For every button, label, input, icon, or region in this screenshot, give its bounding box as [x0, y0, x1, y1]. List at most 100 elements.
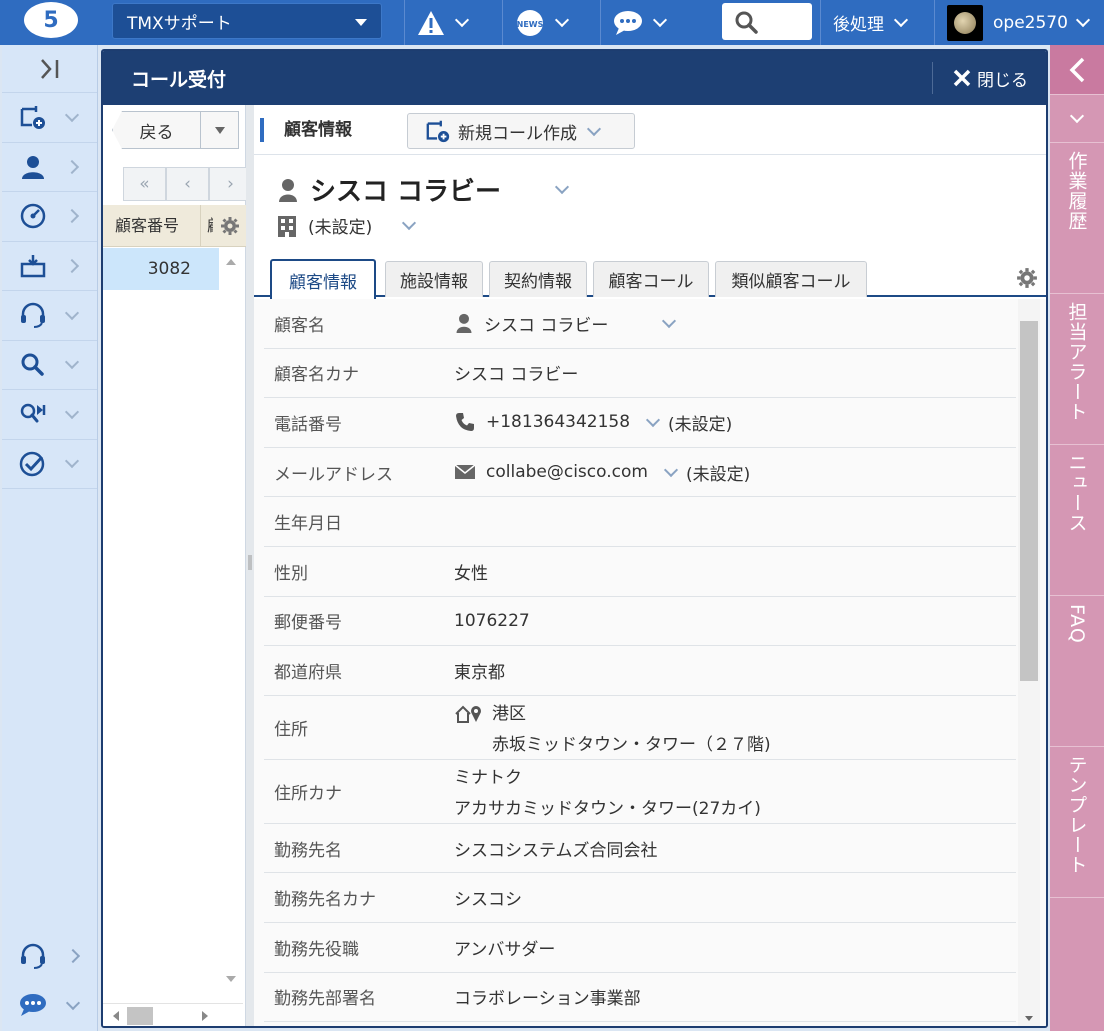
sidebar-tab-news[interactable]: ニュース [1050, 445, 1104, 596]
field-label: 顧客名カナ [274, 365, 359, 386]
customer-list-pane: 戻る « ‹ › 顧客番号 顧 3082 [103, 105, 252, 1026]
list-vertical-scrollbar[interactable] [219, 248, 243, 993]
tab-similar-customer-calls[interactable]: 類似顧客コール [715, 261, 867, 297]
collapse-sidebar-button[interactable] [1050, 45, 1104, 95]
tab-contract-info[interactable]: 契約情報 [489, 261, 587, 297]
nav-bottom-chat[interactable] [2, 981, 98, 1029]
table-row-cell[interactable] [201, 248, 219, 290]
phone-number-link[interactable]: +181364342158 [486, 412, 630, 432]
section-title: 顧客情報 [260, 117, 352, 142]
chevron-down-icon[interactable] [402, 215, 417, 231]
dialog-title: コール受付 [131, 68, 227, 91]
search-button[interactable] [722, 3, 812, 40]
chevron-down-icon[interactable] [554, 179, 570, 195]
back-dropdown-button[interactable] [201, 111, 239, 149]
gear-icon[interactable] [220, 216, 240, 236]
close-button[interactable]: 閉じる [932, 62, 1028, 94]
address-line-2: 赤坂ミッドタウン・タワー（２７階) [492, 735, 771, 756]
nav-new-call[interactable] [2, 93, 97, 143]
chevron-down-icon [652, 12, 668, 28]
new-call-icon [18, 103, 48, 131]
call-search-icon [18, 400, 48, 428]
chevron-down-icon[interactable] [662, 313, 677, 328]
new-call-icon [424, 118, 452, 144]
chevron-right-icon [64, 209, 80, 224]
tab-facility-info[interactable]: 施設情報 [385, 261, 483, 297]
field-value: シスコシ [454, 890, 522, 911]
right-sidebar: 作業履歴 担当アラート ニュース FAQ テンプレート [1050, 45, 1104, 1031]
detail-vertical-scrollbar[interactable] [1018, 299, 1040, 1026]
column-header-second[interactable]: 顧 [201, 205, 213, 247]
phone-icon [454, 411, 476, 433]
headset-icon [18, 942, 48, 970]
sidebar-tab-faq[interactable]: FAQ [1050, 596, 1104, 747]
nav-customer[interactable] [2, 143, 97, 192]
field-row-birthday: 生年月日 [264, 497, 1016, 547]
field-row-kana: 顧客名カナ シスコ コラビー [264, 349, 1016, 399]
sidebar-tab-label: 作業履歴 [1065, 151, 1088, 231]
tab-customer-info[interactable]: 顧客情報 [270, 259, 376, 299]
field-row-company-kana: 勤務先名カナ シスコシ [264, 873, 1016, 923]
chevron-down-icon[interactable] [663, 462, 679, 477]
chevron-down-icon [554, 12, 570, 28]
map-pin-icon[interactable] [454, 703, 482, 725]
expand-nav-button[interactable] [2, 45, 97, 93]
first-page-button[interactable]: « [123, 167, 166, 201]
customer-info-panel: 顧客名 シスコ コラビー 顧客名カナ シスコ コラビー 電話番号 +181364… [254, 299, 1046, 1026]
field-value: 女性 [454, 563, 488, 584]
chevron-right-icon [64, 159, 80, 174]
email-extra: (未設定) [685, 464, 751, 485]
tab-customer-calls[interactable]: 顧客コール [593, 261, 709, 297]
nav-search[interactable] [2, 341, 97, 390]
gear-icon[interactable] [1016, 267, 1038, 289]
chevron-right-icon [64, 258, 80, 273]
list-horizontal-scrollbar[interactable] [103, 1003, 243, 1026]
nav-check[interactable] [2, 440, 97, 489]
sidebar-tab-alerts[interactable]: 担当アラート [1050, 294, 1104, 445]
address-kana-line-2: アカサカミッドタウン・タワー(27カイ) [454, 799, 761, 820]
chat-menu[interactable] [600, 0, 712, 45]
caret-down-icon [355, 19, 367, 26]
close-icon [953, 69, 971, 87]
detail-toolbar: 顧客情報 新規コール作成 [254, 105, 1046, 155]
app-logo[interactable]: 5 [24, 2, 78, 38]
tenant-select[interactable]: TMXサポート [112, 3, 382, 39]
tenant-label: TMXサポート [127, 13, 232, 34]
sidebar-tab-label: テンプレート [1065, 755, 1088, 875]
field-value: コラボレーション事業部 [454, 989, 641, 1010]
new-call-button[interactable]: 新規コール作成 [407, 113, 635, 149]
nav-call-search[interactable] [2, 390, 97, 440]
nav-bottom-headset[interactable] [2, 932, 98, 980]
address-kana-line-1: ミナトク [454, 768, 522, 789]
field-label: 住所 [274, 719, 308, 740]
field-row-phone: 電話番号 +181364342158 (未設定) [264, 398, 1016, 448]
post-processing-label: 後処理 [833, 15, 884, 35]
post-processing-menu[interactable]: 後処理 [820, 0, 909, 45]
sidebar-tab-history[interactable]: 作業履歴 [1050, 143, 1104, 294]
search-icon [18, 351, 48, 379]
alert-menu[interactable] [404, 0, 502, 45]
column-header-number[interactable]: 顧客番号 [103, 204, 201, 247]
left-nav [2, 45, 98, 1031]
field-value: 1076227 [454, 610, 530, 631]
sidebar-menu-button[interactable] [1050, 95, 1104, 143]
chevron-down-icon [64, 107, 80, 122]
pager: « ‹ › [123, 167, 252, 201]
email-link[interactable]: collabe@cisco.com [486, 462, 648, 482]
expand-icon [37, 56, 63, 82]
pane-splitter[interactable] [246, 105, 254, 1026]
nav-headset[interactable] [2, 291, 97, 341]
prev-page-button[interactable]: ‹ [166, 167, 209, 201]
table-row[interactable]: 3082 [103, 248, 201, 290]
news-menu[interactable]: NEWS [502, 0, 600, 45]
user-menu[interactable]: ope2570 [934, 0, 1090, 45]
sidebar-tab-templates[interactable]: テンプレート [1050, 747, 1104, 898]
nav-dashboard[interactable] [2, 192, 97, 242]
caret-down-icon [214, 126, 225, 134]
chevron-down-icon [893, 12, 909, 28]
field-row-department: 勤務先部署名 コラボレーション事業部 [264, 973, 1016, 1023]
back-button[interactable]: 戻る [112, 111, 201, 149]
chevron-down-icon [454, 12, 470, 28]
nav-inbox[interactable] [2, 242, 97, 291]
chevron-down-icon[interactable] [645, 412, 661, 428]
